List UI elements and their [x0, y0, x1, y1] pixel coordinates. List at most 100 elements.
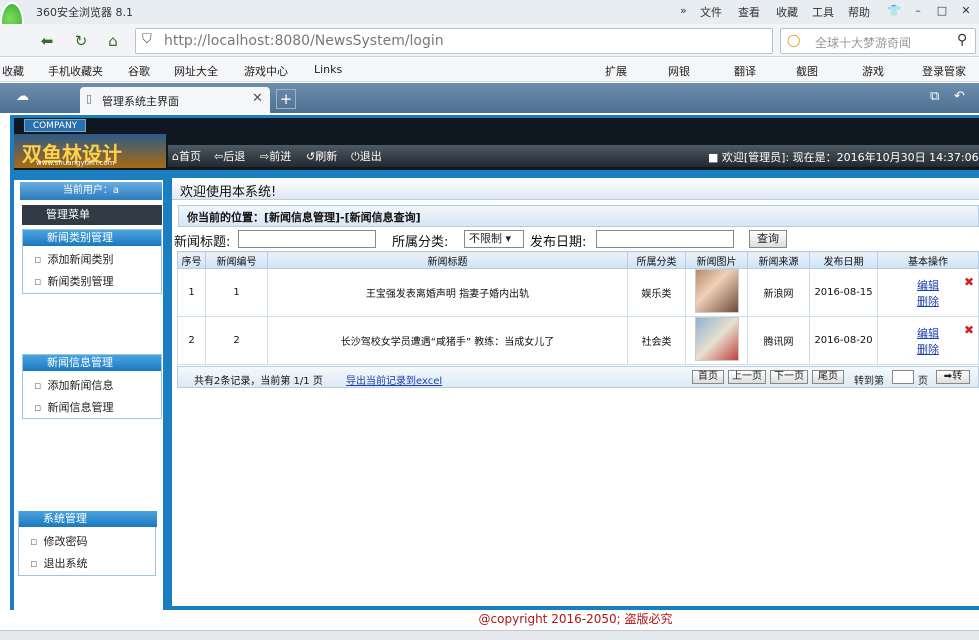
refresh-button[interactable]: ↺刷新	[306, 148, 337, 164]
cell-id: 2	[205, 316, 268, 365]
maximize-button[interactable]: □	[932, 3, 952, 19]
undo-icon[interactable]: ↶	[954, 89, 965, 104]
go-button[interactable]: ➡转	[936, 370, 970, 384]
col-image: 新闻图片	[685, 251, 748, 269]
page-icon: ▯	[86, 92, 93, 105]
bookmark-favorites[interactable]: 收藏	[2, 63, 24, 79]
delete-icon[interactable]: ✖	[964, 275, 974, 289]
logo-sub: www.shuangyulin.com	[36, 159, 115, 167]
cell-title: 长沙驾校女学员遭遇“咸猪手” 教练：当成女儿了	[267, 316, 628, 365]
bookmark-links[interactable]: Links	[314, 63, 342, 76]
chevron-icon[interactable]: »	[680, 4, 687, 17]
new-tab-button[interactable]: +	[276, 89, 296, 109]
col-id: 新闻编号	[205, 251, 268, 269]
menu-favorites[interactable]: 收藏	[776, 4, 798, 20]
prev-page-button[interactable]: 上一页	[728, 370, 766, 384]
col-seq: 序号	[177, 251, 206, 269]
status-bar	[0, 630, 979, 640]
tab-main[interactable]: ▯ 管理系统主界面 ✕	[80, 87, 270, 113]
cell-seq: 2	[177, 316, 206, 365]
sidebar-item-category-manage[interactable]: 新闻类别管理	[34, 273, 113, 289]
sidebar-item-add-news[interactable]: 添加新闻信息	[34, 377, 113, 393]
back-icon[interactable]: ⬅	[34, 29, 60, 53]
address-bar[interactable]: ⛉ http://localhost:8080/NewsSystem/login	[135, 28, 773, 54]
ext-screenshot[interactable]: 截图	[796, 63, 818, 79]
home-icon[interactable]: ⌂	[100, 29, 126, 53]
search-input[interactable]: 全球十大梦游奇闻	[815, 34, 911, 51]
query-button[interactable]: 查询	[749, 230, 787, 248]
menu-tools[interactable]: 工具	[812, 4, 834, 20]
footer: @copyright 2016-2050; 盗版必究	[172, 610, 979, 628]
title-input[interactable]	[238, 230, 376, 248]
delete-link[interactable]: 删除	[878, 293, 978, 309]
cell-image	[685, 268, 748, 317]
sidebar-item-change-password[interactable]: 修改密码	[30, 533, 87, 549]
logout-button[interactable]: ⏻退出	[351, 148, 382, 164]
col-category: 所属分类	[627, 251, 686, 269]
close-icon[interactable]: ✕	[252, 91, 263, 106]
shield-icon: ⛉	[142, 32, 152, 47]
group-system[interactable]: 系统管理	[19, 511, 157, 527]
cell-date: 2016-08-15	[809, 268, 878, 317]
sidebar-item-exit[interactable]: 退出系统	[30, 555, 87, 571]
cell-title: 王宝强发表离婚声明 指妻子婚内出轨	[267, 268, 628, 317]
ext-login[interactable]: 登录管家	[922, 63, 966, 79]
cell-id: 1	[205, 268, 268, 317]
ext-games[interactable]: 游戏	[862, 63, 884, 79]
news-table: 序号 新闻编号 新闻标题 所属分类 新闻图片 新闻来源 发布日期 基本操作 1 …	[177, 251, 979, 365]
export-link[interactable]: 导出当前记录到excel	[346, 372, 442, 387]
search-icon[interactable]: ⚲	[957, 32, 967, 48]
close-button[interactable]: ✕	[956, 3, 976, 19]
ext-bank[interactable]: 网银	[668, 63, 690, 79]
bookmarks-bar: 收藏 手机收藏夹 谷歌 网址大全 游戏中心 Links 扩展 网银 翻译 截图 …	[0, 58, 979, 82]
tab-label: 管理系统主界面	[102, 95, 179, 108]
menu-file[interactable]: 文件	[700, 4, 722, 20]
cell-seq: 1	[177, 268, 206, 317]
ext-expand[interactable]: 扩展	[605, 63, 627, 79]
date-input[interactable]	[596, 230, 734, 248]
welcome-message: 欢迎使用本系统!	[180, 185, 277, 200]
next-page-button[interactable]: 下一页	[770, 370, 808, 384]
refresh-icon[interactable]: ↻	[68, 29, 94, 53]
last-page-button[interactable]: 尾页	[812, 370, 844, 384]
menu-help[interactable]: 帮助	[848, 4, 870, 20]
cloud-icon[interactable]: ☁	[16, 89, 29, 104]
group-news[interactable]: 新闻信息管理	[23, 355, 161, 371]
menu-view[interactable]: 查看	[738, 4, 760, 20]
bookmark-games[interactable]: 游戏中心	[244, 63, 288, 79]
cell-actions: 编辑 删除 ✖	[877, 316, 979, 365]
welcome-bar: 欢迎使用本系统!	[172, 178, 979, 200]
page-input[interactable]	[892, 370, 914, 384]
col-actions: 基本操作	[877, 251, 979, 269]
first-page-button[interactable]: 首页	[692, 370, 724, 384]
category-select[interactable]: 不限制 ▾	[464, 230, 524, 248]
current-user: 当前用户：a	[20, 182, 162, 200]
search-box[interactable]: ◯ 全球十大梦游奇闻 ⚲	[780, 28, 976, 54]
category-value: 不限制	[469, 232, 502, 245]
sidebar-item-add-category[interactable]: 添加新闻类别	[34, 251, 113, 267]
title-label: 新闻标题:	[174, 235, 231, 250]
bookmark-mobile[interactable]: 手机收藏夹	[48, 63, 103, 79]
news-thumbnail	[694, 317, 739, 361]
group-category[interactable]: 新闻类别管理	[23, 230, 161, 246]
table-header-row: 序号 新闻编号 新闻标题 所属分类 新闻图片 新闻来源 发布日期 基本操作	[177, 251, 979, 269]
menu-title: 管理菜单	[22, 205, 162, 225]
company-badge: COMPANY	[24, 119, 86, 132]
home-button[interactable]: ⌂首页	[172, 148, 201, 164]
tab-bar: ☁ ▯ 管理系统主界面 ✕ + ⧉ ↶	[0, 83, 979, 113]
forward-button[interactable]: ⇨前进	[260, 148, 291, 164]
ext-translate[interactable]: 翻译	[734, 63, 756, 79]
bookmark-sites[interactable]: 网址大全	[174, 63, 218, 79]
bookmark-google[interactable]: 谷歌	[128, 63, 150, 79]
restore-icon[interactable]: ⧉	[930, 89, 939, 104]
delete-link[interactable]: 删除	[878, 341, 978, 357]
col-date: 发布日期	[809, 251, 878, 269]
minimize-button[interactable]: –	[908, 3, 928, 19]
welcome-status: ■ 欢迎[管理员]: 现在是：2016年10月30日 14:37:06	[708, 151, 979, 164]
delete-icon[interactable]: ✖	[964, 323, 974, 337]
back-button[interactable]: ⇦后退	[214, 148, 245, 164]
address-text[interactable]: http://localhost:8080/NewsSystem/login	[164, 33, 444, 49]
skin-icon[interactable]: 👕	[884, 3, 904, 19]
search-engine-icon[interactable]: ◯	[787, 33, 800, 47]
sidebar-item-news-manage[interactable]: 新闻信息管理	[34, 399, 113, 415]
